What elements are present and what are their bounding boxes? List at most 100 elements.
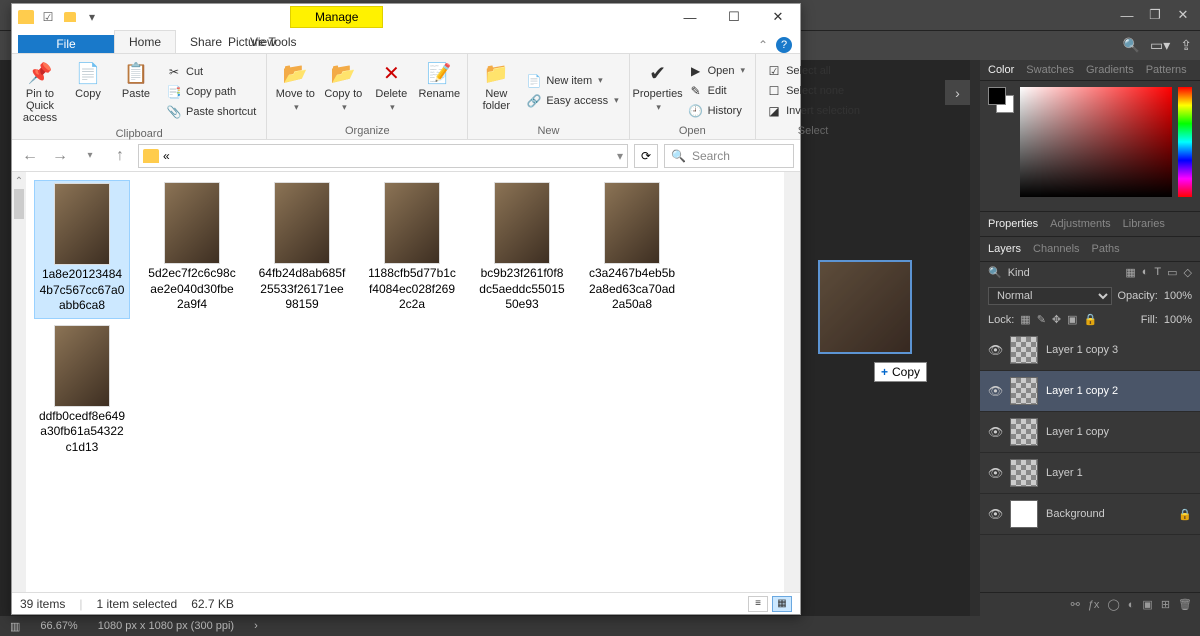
moveto-button[interactable]: 📂Move to▾ [273,58,317,123]
adjustment-icon[interactable]: ◐ [1128,599,1135,611]
file-item[interactable]: 64fb24d8ab685f25533f26171ee98159 [254,180,350,319]
search-input[interactable]: 🔍 Search [664,144,794,168]
layer-item[interactable]: 👁Layer 1 copy 3 [980,330,1200,371]
files-view[interactable]: 1a8e201234844b7c567cc67a0abb6ca85d2ec7f2… [26,172,784,592]
visibility-icon[interactable]: 👁 [988,466,1002,480]
layer-thumbnail[interactable] [1010,418,1038,446]
close-button[interactable]: ✕ [756,4,800,30]
blend-mode-select[interactable]: Normal [988,287,1112,305]
trash-icon[interactable]: 🗑 [1178,598,1192,611]
layer-thumbnail[interactable] [1010,500,1038,528]
recent-dropdown[interactable]: ▾ [78,144,102,168]
filter-pixel-icon[interactable]: ▦ [1125,266,1135,279]
tab-gradients[interactable]: Gradients [1086,64,1134,76]
file-item[interactable]: 1188cfb5d77b1cf4084ec028f2692c2a [364,180,460,319]
file-item[interactable]: 1a8e201234844b7c567cc67a0abb6ca8 [34,180,130,319]
layer-item[interactable]: 👁Layer 1 [980,453,1200,494]
file-item[interactable]: 5d2ec7f2c6c98cae2e040d30fbe2a9f4 [144,180,240,319]
visibility-icon[interactable]: 👁 [988,425,1002,439]
files-scrollbar[interactable] [784,172,800,592]
help-icon[interactable]: ? [776,37,792,53]
visibility-icon[interactable]: 👁 [988,343,1002,357]
pin-quickaccess-button[interactable]: 📌Pin to Quick access [18,58,62,126]
nav-pane-scrollbar[interactable]: ⌃ [12,172,26,592]
history-button[interactable]: 🕘History [684,102,749,120]
ps-close-icon[interactable]: ✕ [1174,8,1192,22]
qat-properties-icon[interactable]: ☑ [40,9,56,25]
forward-button[interactable]: → [48,144,72,168]
fill-value[interactable]: 100% [1164,314,1192,326]
file-item[interactable]: bc9b23f261f0f8dc5aeddc5501550e93 [474,180,570,319]
lock-trans-icon[interactable]: ▦ [1020,313,1030,326]
visibility-icon[interactable]: 👁 [988,507,1002,521]
layer-thumbnail[interactable] [1010,377,1038,405]
search-icon[interactable]: 🔍 [1123,37,1140,54]
color-picker[interactable] [980,81,1200,211]
visibility-icon[interactable]: 👁 [988,384,1002,398]
tab-home[interactable]: Home [114,30,176,53]
hue-slider[interactable] [1178,87,1192,197]
color-field[interactable] [1020,87,1172,197]
chevron-down-icon[interactable]: ▾ [617,149,623,163]
fg-bg-swatch[interactable] [988,87,1014,113]
minimize-button[interactable]: — [668,4,712,30]
new-layer-icon[interactable]: ⊞ [1161,598,1170,611]
doc-info[interactable]: 1080 px x 1080 px (300 ppi) [98,620,234,632]
zoom-level[interactable]: 66.67% [40,620,77,632]
invertselection-button[interactable]: ◪Invert selection [762,102,864,120]
view-details-button[interactable]: ≡ [748,596,768,612]
layer-item[interactable]: 👁Layer 1 copy [980,412,1200,453]
delete-button[interactable]: ✕Delete▾ [369,58,413,123]
tab-adjustments[interactable]: Adjustments [1050,218,1111,230]
newfolder-button[interactable]: 📁New folder [474,58,518,123]
open-button[interactable]: ▶Open▾ [684,62,749,80]
ps-minimize-icon[interactable]: — [1118,8,1136,22]
edit-button[interactable]: ✎Edit [684,82,749,100]
view-thumbnails-button[interactable]: ▦ [772,596,792,612]
tab-layers[interactable]: Layers [988,243,1021,255]
ribbon-collapse-icon[interactable]: ⌃ [758,38,768,52]
newitem-button[interactable]: 📄New item▾ [522,72,622,90]
tab-color[interactable]: Color [988,64,1014,76]
rename-button[interactable]: 📝Rename [417,58,461,123]
workspace-icon[interactable]: ▭▾ [1150,37,1170,54]
properties-button[interactable]: ✔Properties▾ [636,58,680,123]
fx-icon[interactable]: ƒx [1088,599,1100,611]
mask-icon[interactable]: ◯ [1107,598,1119,611]
chevron-right-icon[interactable]: › [254,620,258,632]
copyto-button[interactable]: 📂Copy to▾ [321,58,365,123]
breadcrumb[interactable]: « [163,149,170,163]
tab-swatches[interactable]: Swatches [1026,64,1074,76]
filter-icon[interactable]: 🔍 [988,266,1002,279]
lock-all-icon[interactable]: 🔒 [1084,313,1098,326]
selectnone-button[interactable]: ☐Select none [762,82,864,100]
easyaccess-button[interactable]: 🔗Easy access▾ [522,92,622,110]
explorer-titlebar[interactable]: ☑ ▾ Manage — ☐ ✕ [12,4,800,30]
file-item[interactable]: ddfb0cedf8e649a30fb61a54322c1d13 [34,323,130,460]
group-icon[interactable]: ▣ [1142,598,1152,611]
lock-paint-icon[interactable]: ✎ [1037,313,1046,326]
ps-restore-icon[interactable]: ❐ [1146,8,1164,22]
tab-patterns[interactable]: Patterns [1146,64,1187,76]
link-icon[interactable]: ⚯ [1071,598,1080,611]
qat-newfolder-icon[interactable] [62,9,78,25]
back-button[interactable]: ← [18,144,42,168]
refresh-button[interactable]: ⟳ [634,144,658,168]
context-tab-manage[interactable]: Manage [290,6,383,28]
pasteshortcut-button[interactable]: 📎Paste shortcut [162,103,260,121]
maximize-button[interactable]: ☐ [712,4,756,30]
filter-shape-icon[interactable]: ▭ [1167,266,1177,279]
address-bar[interactable]: « ▾ [138,144,628,168]
up-button[interactable]: ↑ [108,144,132,168]
layer-thumbnail[interactable] [1010,336,1038,364]
selectall-button[interactable]: ☑Select all [762,62,864,80]
share-icon[interactable]: ⇪ [1180,37,1192,54]
layer-item[interactable]: 👁Background🔒 [980,494,1200,535]
copypath-button[interactable]: 📑Copy path [162,83,260,101]
copy-button[interactable]: 📄Copy [66,58,110,126]
paste-button[interactable]: 📋Paste [114,58,158,126]
filter-type-icon[interactable]: T [1154,266,1161,279]
cut-button[interactable]: ✂Cut [162,63,260,81]
filter-smart-icon[interactable]: ◇ [1184,266,1192,279]
layer-thumbnail[interactable] [1010,459,1038,487]
